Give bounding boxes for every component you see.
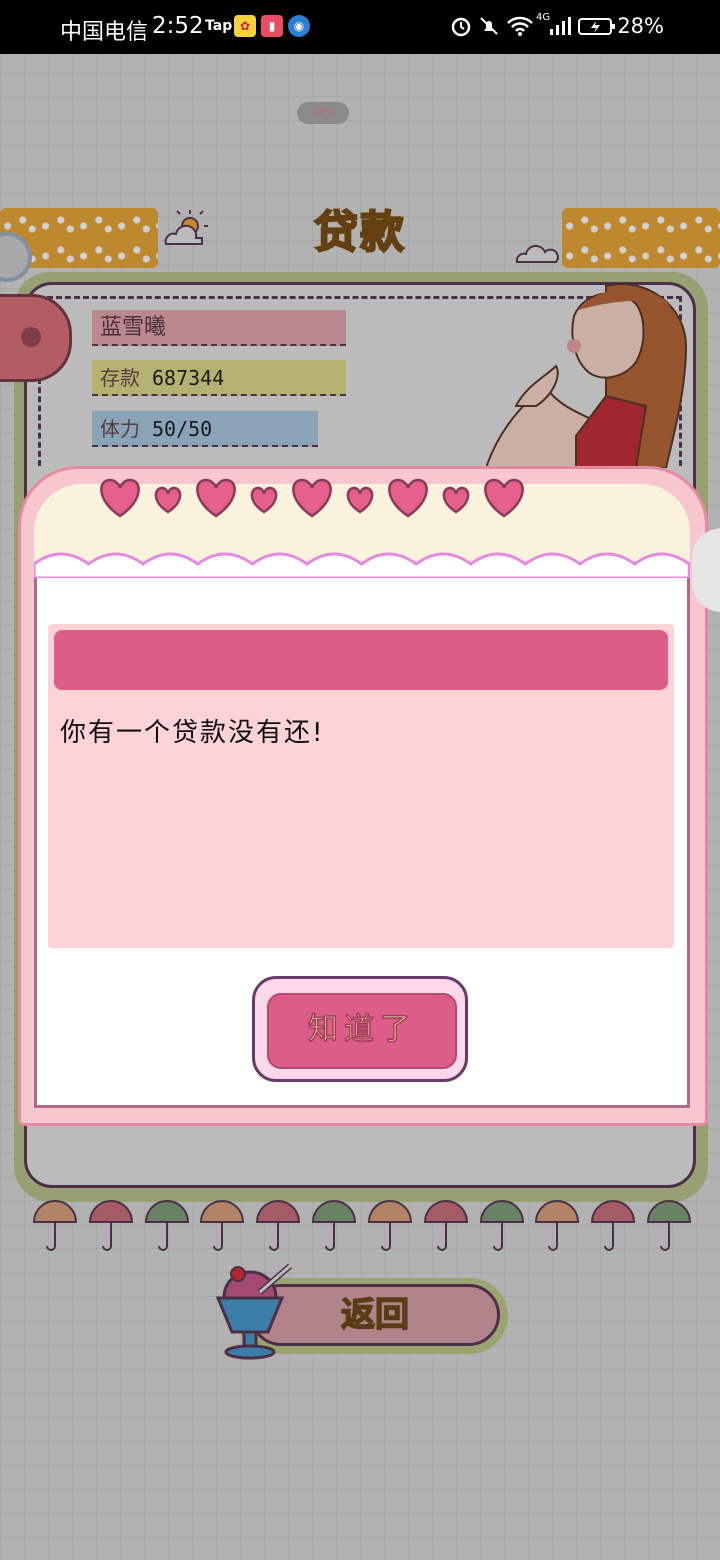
book-icon: ▮	[261, 15, 283, 37]
wifi-icon	[507, 16, 533, 36]
bunny-icon: ✿	[234, 15, 256, 37]
scallop-edge	[34, 552, 690, 578]
battery-icon	[578, 18, 615, 35]
alarm-icon	[451, 17, 471, 37]
acknowledge-button-label[interactable]: 知道了	[267, 993, 457, 1069]
dialog-message: 你有一个贷款没有还!	[60, 718, 325, 748]
carrier-name: 中国电信	[60, 20, 149, 45]
clock-time: 2:52	[152, 13, 204, 39]
message-header-bar	[54, 630, 668, 690]
hearts-decoration	[100, 478, 524, 518]
browser-icon: ◉	[288, 15, 310, 37]
tap-app-icon: Tap	[205, 18, 233, 34]
acknowledge-button[interactable]: 知道了	[252, 976, 468, 1082]
alert-dialog: 你有一个贷款没有还! 知道了	[18, 462, 708, 1126]
mute-icon	[480, 17, 498, 35]
signal-icon	[550, 17, 571, 35]
status-bar: 中国电信 2:52 Tap ✿ ▮ ◉ 4G 28%	[0, 0, 720, 54]
battery-percent: 28%	[617, 14, 664, 38]
